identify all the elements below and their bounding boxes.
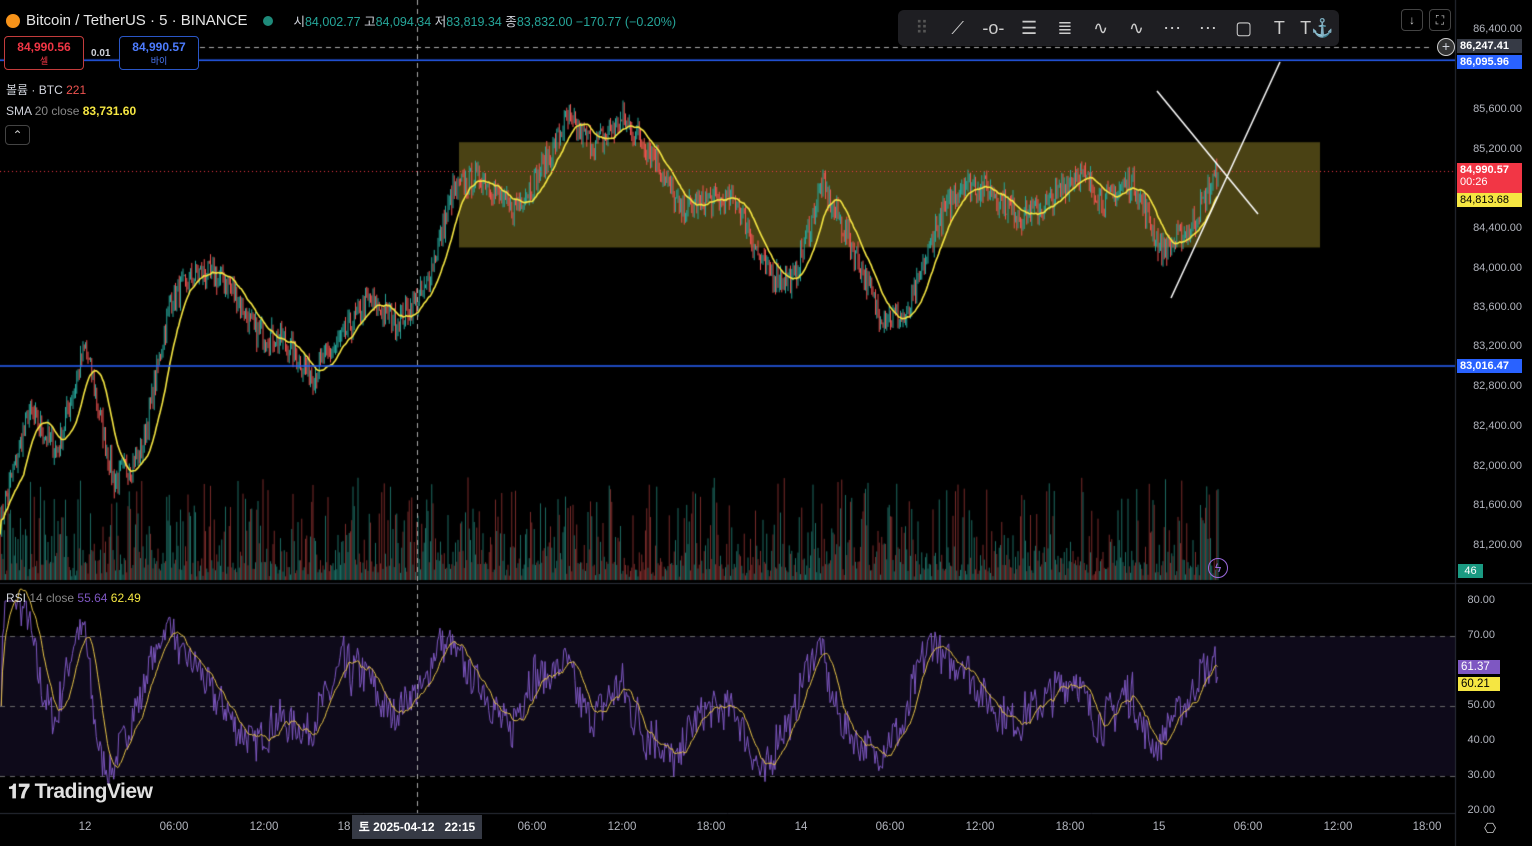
time-axis-label: 12 <box>78 821 92 833</box>
tradingview-logo[interactable]: 𝟏𝟕 TradingView <box>8 780 153 804</box>
rsi-legend[interactable]: RSI 14 close 55.64 62.49 <box>6 591 141 605</box>
lightning-icon[interactable]: ϟ <box>1208 558 1228 578</box>
spread-value: 0.01 <box>91 48 111 59</box>
rsi-axis-label: 40.00 <box>1467 734 1495 746</box>
price-axis-label: 84,000.00 <box>1473 262 1522 274</box>
time-axis-label: 06:00 <box>159 821 189 833</box>
volume-legend[interactable]: 볼륨 · BTC 221 <box>6 81 86 98</box>
regression-icon[interactable]: ⋯ <box>1157 18 1187 39</box>
time-axis-label: 12:00 <box>607 821 637 833</box>
rsi-ma-tag: 60.21 <box>1458 677 1500 691</box>
chart-canvas[interactable] <box>0 0 1532 846</box>
time-axis-label: 12:00 <box>1323 821 1353 833</box>
time-axis-label: 06:00 <box>517 821 547 833</box>
settings-icon[interactable]: ⎔ <box>1484 820 1496 837</box>
fib-channel-icon[interactable]: ⋯ <box>1193 18 1223 39</box>
price-axis-label: 84,400.00 <box>1473 222 1522 234</box>
time-axis-label: 06:00 <box>875 821 905 833</box>
price-axis-label: 85,600.00 <box>1473 103 1522 115</box>
symbol-header: Bitcoin / TetherUS · 5 · BINANCE 시84,002… <box>6 11 676 30</box>
rsi-axis-label: 30.00 <box>1467 769 1495 781</box>
resistance-price-tag: 86,095.96 <box>1457 55 1522 69</box>
pattern-15-icon[interactable]: ∿ <box>1086 18 1116 39</box>
pattern-abc-icon[interactable]: ∿ <box>1121 18 1151 39</box>
symbol-title[interactable]: Bitcoin / TetherUS · 5 · BINANCE <box>26 12 247 29</box>
rsi-tag: 61.37 <box>1458 660 1500 674</box>
rsi-axis-label: 20.00 <box>1467 804 1495 816</box>
sma-price-tag: 84,813.68 <box>1457 193 1522 207</box>
text-icon[interactable]: T <box>1264 18 1294 39</box>
fullscreen-icon[interactable]: ⛶ <box>1429 9 1451 31</box>
last-price-tag: 84,990.57 00:26 <box>1457 163 1522 193</box>
rsi-axis-label: 50.00 <box>1467 699 1495 711</box>
price-axis-label: 83,200.00 <box>1473 340 1522 352</box>
price-axis-label: 82,400.00 <box>1473 420 1522 432</box>
rsi-axis-label: 70.00 <box>1467 629 1495 641</box>
price-axis-label: 83,600.00 <box>1473 301 1522 313</box>
market-status-icon <box>263 15 274 26</box>
add-alert-icon[interactable]: + <box>1437 38 1455 56</box>
parallel-channel-icon[interactable]: ☰ <box>1014 18 1044 39</box>
anchored-text-icon[interactable]: T⚓ <box>1300 18 1333 39</box>
bitcoin-icon <box>6 13 20 28</box>
trend-line-icon[interactable]: ⟋ <box>943 18 973 39</box>
time-axis-label: 12:00 <box>965 821 995 833</box>
sma-legend[interactable]: SMA 20 close 83,731.60 <box>6 104 136 118</box>
price-axis-label: 82,800.00 <box>1473 380 1522 392</box>
time-axis-label: 18 <box>337 821 351 833</box>
support-price-tag: 83,016.47 <box>1457 359 1522 373</box>
time-axis-label: 18:00 <box>696 821 726 833</box>
time-axis-label: 18:00 <box>1412 821 1442 833</box>
price-axis-label: 81,600.00 <box>1473 499 1522 511</box>
crosshair-price-tag: 86,247.41 <box>1457 39 1522 53</box>
time-axis-label: 15 <box>1152 821 1166 833</box>
time-axis-label: 14 <box>794 821 808 833</box>
drawing-toolbar: ⠿ ⟋ -o- ☰ ≣ ∿ ∿ ⋯ ⋯ ▢ T T⚓ <box>898 10 1339 46</box>
price-axis-label: 82,000.00 <box>1473 460 1522 472</box>
price-axis-label: 85,200.00 <box>1473 143 1522 155</box>
buy-button[interactable]: 84,990.57 바이 <box>119 36 199 70</box>
rsi-axis-label: 80.00 <box>1467 594 1495 606</box>
horizontal-ray-icon[interactable]: -o- <box>978 18 1008 39</box>
fib-retracement-icon[interactable]: ≣ <box>1050 18 1080 39</box>
time-axis-label: 12:00 <box>249 821 279 833</box>
collapse-legend-button[interactable]: ⌃ <box>5 125 30 145</box>
ohlc-values: 시84,002.77 고84,094.34 저83,819.34 종83,832… <box>293 15 676 29</box>
price-axis-label: 86,400.00 <box>1473 23 1522 35</box>
drag-handle-icon[interactable]: ⠿ <box>907 18 937 39</box>
crosshair-time-tag: 토 2025-04-12 22:15 <box>352 815 482 839</box>
volume-tag: 46 <box>1458 564 1483 578</box>
time-axis-label: 18:00 <box>1055 821 1085 833</box>
price-axis-label: 81,200.00 <box>1473 539 1522 551</box>
time-axis-label: 06:00 <box>1233 821 1263 833</box>
sell-button[interactable]: 84,990.56 셀 <box>4 36 84 70</box>
scroll-down-icon[interactable]: ↓ <box>1401 9 1423 31</box>
rectangle-icon[interactable]: ▢ <box>1229 18 1259 39</box>
